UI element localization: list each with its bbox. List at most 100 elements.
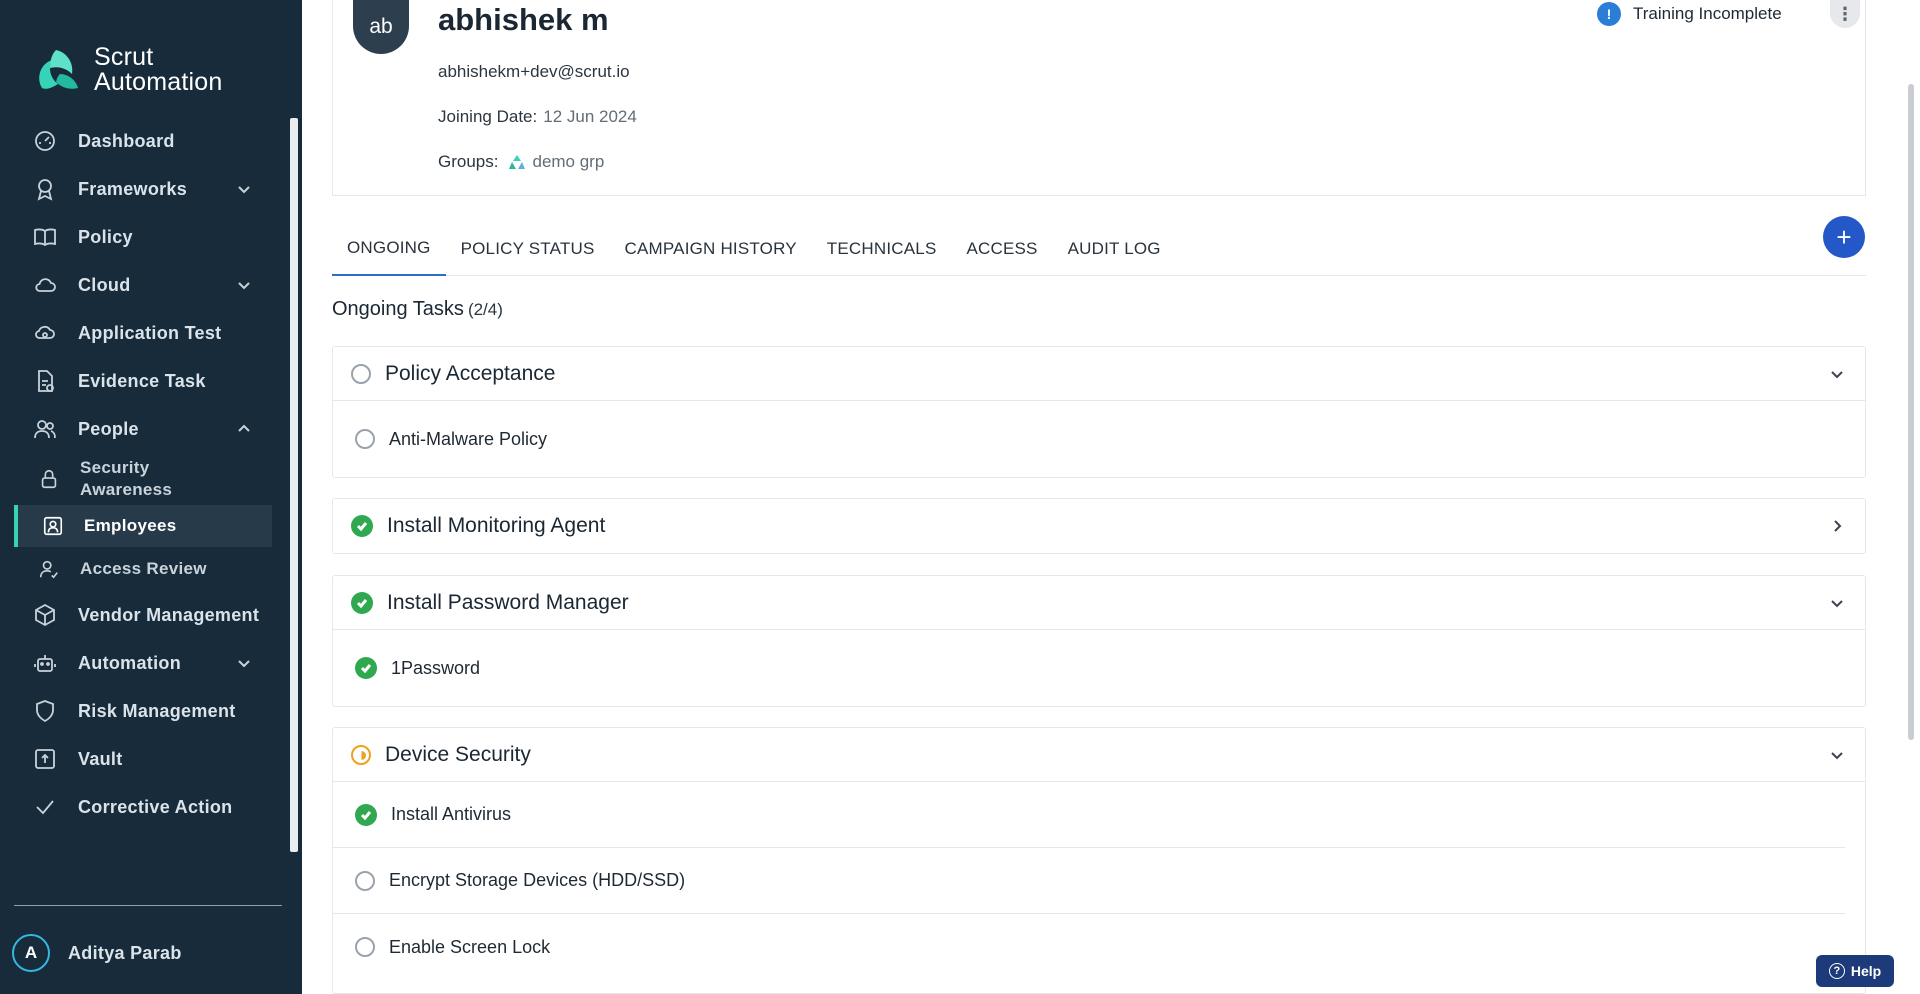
sidebar-item-vendor-management[interactable]: Vendor Management (0, 591, 290, 639)
task-item[interactable]: Install Antivirus (333, 782, 1845, 848)
chevron-right-icon[interactable] (1829, 518, 1845, 534)
sidebar-item-label: Policy (78, 226, 133, 247)
sidebar-item-label: Vendor Management (78, 604, 260, 625)
box-icon (32, 602, 58, 628)
task-group-header[interactable]: Device Security (333, 728, 1865, 782)
avatar: ab (353, 0, 409, 54)
tab-campaign-history[interactable]: CAMPAIGN HISTORY (610, 222, 812, 276)
robot-icon (32, 650, 58, 676)
sidebar-item-security-awareness[interactable]: Security Awareness (0, 453, 290, 505)
sidebar-item-label: Automation (78, 652, 181, 673)
task-item[interactable]: Encrypt Storage Devices (HDD/SSD) (333, 848, 1845, 914)
task-group-title: Install Password Manager (387, 590, 629, 614)
task-group-header[interactable]: Install Password Manager (333, 576, 1865, 630)
check-circle-icon (351, 515, 373, 537)
sidebar-item-access-review[interactable]: Access Review (0, 547, 290, 591)
sidebar-item-evidence-task[interactable]: Evidence Task (0, 357, 290, 405)
vault-icon (32, 746, 58, 772)
sidebar-item-corrective-action[interactable]: Corrective Action (0, 783, 290, 831)
chevron-down-icon[interactable] (236, 277, 252, 293)
sidebar-item-policy[interactable]: Policy (0, 213, 290, 261)
tab-access[interactable]: ACCESS (951, 222, 1052, 276)
sidebar-item-application-test[interactable]: Application Test (0, 309, 290, 357)
sidebar-item-label: Evidence Task (78, 370, 206, 391)
people-icon (32, 416, 58, 442)
file-check-icon (32, 368, 58, 394)
help-label: Help (1850, 963, 1882, 979)
sidebar-item-vault[interactable]: Vault (0, 735, 290, 783)
sidebar-item-label: Dashboard (78, 130, 175, 151)
employee-groups: Groups: demo grp (438, 152, 604, 172)
cloud-icon (32, 272, 58, 298)
user-name: Aditya Parab (68, 942, 182, 963)
checkmark-icon (32, 794, 58, 820)
pending-status-icon (355, 870, 375, 891)
sidebar-item-label: People (78, 418, 139, 439)
check-circle-icon (351, 591, 373, 614)
sidebar-item-label: Risk Management (78, 700, 236, 721)
task-group-install-password-manager: Install Password Manager 1Password (332, 575, 1866, 707)
question-icon: ? (1828, 963, 1845, 979)
task-item-label: 1Password (391, 657, 481, 678)
sidebar-item-cloud[interactable]: Cloud (0, 261, 290, 309)
chevron-down-icon[interactable] (236, 181, 252, 197)
tab-policy-status[interactable]: POLICY STATUS (446, 222, 610, 276)
sidebar-item-employees[interactable]: Employees (14, 505, 272, 547)
help-button[interactable]: ? Help (1816, 955, 1894, 987)
brand-name-line1: Scrut (94, 43, 154, 71)
avatar: A (12, 934, 50, 972)
brand-logo[interactable]: Scrut Automation (32, 44, 222, 96)
check-circle-icon (355, 803, 377, 826)
tab-technicals[interactable]: TECHNICALS (812, 222, 952, 276)
groups-value[interactable]: demo grp (532, 152, 604, 172)
in-progress-status-icon (351, 744, 371, 765)
task-group-header[interactable]: Install Monitoring Agent (333, 499, 1865, 553)
sidebar-item-label: Access Review (80, 559, 207, 578)
pending-status-icon (355, 937, 375, 957)
task-item[interactable]: 1Password (333, 630, 1845, 706)
dashboard-icon (32, 128, 58, 154)
task-group-device-security: Device Security Install Antivirus Encryp… (332, 727, 1866, 994)
user-check-icon (36, 556, 62, 582)
task-group-header[interactable]: Policy Acceptance (333, 347, 1865, 401)
chevron-down-icon[interactable] (236, 655, 252, 671)
chevron-down-icon[interactable] (1829, 747, 1845, 763)
page-scrollbar[interactable] (1908, 84, 1914, 740)
sidebar-scrollbar[interactable] (290, 118, 298, 852)
training-status-label: Training Incomplete (1633, 4, 1782, 23)
sidebar-item-label: Awareness (80, 480, 173, 499)
sidebar-item-label: Corrective Action (78, 796, 233, 817)
book-icon (32, 224, 58, 250)
joining-date-value: 12 Jun 2024 (543, 107, 637, 126)
employee-email: abhishekm+dev@scrut.io (438, 62, 630, 81)
task-item-label: Enable Screen Lock (389, 936, 551, 957)
chevron-down-icon[interactable] (1829, 595, 1845, 611)
sidebar-item-label: Employees (84, 516, 177, 535)
chevron-down-icon[interactable] (1829, 366, 1845, 382)
kebab-icon: ⋮ (1836, 3, 1854, 24)
add-button[interactable]: + (1823, 216, 1865, 258)
tab-audit-log[interactable]: AUDIT LOG (1053, 222, 1176, 276)
sidebar-item-label: Application Test (78, 322, 222, 343)
section-title-text: Ongoing Tasks (332, 298, 464, 320)
current-user[interactable]: A Aditya Parab (12, 934, 182, 972)
task-item[interactable]: Anti-Malware Policy (333, 401, 1845, 477)
chevron-up-icon[interactable] (236, 421, 252, 437)
sidebar-item-automation[interactable]: Automation (0, 639, 290, 687)
group-icon (509, 155, 526, 169)
task-item[interactable]: Enable Screen Lock (333, 914, 1845, 980)
shield-icon (32, 698, 58, 724)
joining-date-label: Joining Date: (438, 107, 538, 126)
more-options-button[interactable]: ⋮ (1830, 0, 1860, 28)
sidebar-item-dashboard[interactable]: Dashboard (0, 117, 290, 165)
employee-name: abhishek m (438, 2, 609, 37)
cloud-bug-icon (32, 320, 58, 346)
sidebar-item-label: Security (80, 458, 150, 477)
task-group-title: Policy Acceptance (385, 361, 556, 385)
sidebar-item-people[interactable]: People (0, 405, 290, 453)
sidebar-item-frameworks[interactable]: Frameworks (0, 165, 290, 213)
tab-ongoing[interactable]: ONGOING (332, 222, 446, 276)
sidebar-item-risk-management[interactable]: Risk Management (0, 687, 290, 735)
task-count: (2/4) (467, 300, 503, 319)
joining-date: Joining Date: 12 Jun 2024 (438, 107, 637, 127)
